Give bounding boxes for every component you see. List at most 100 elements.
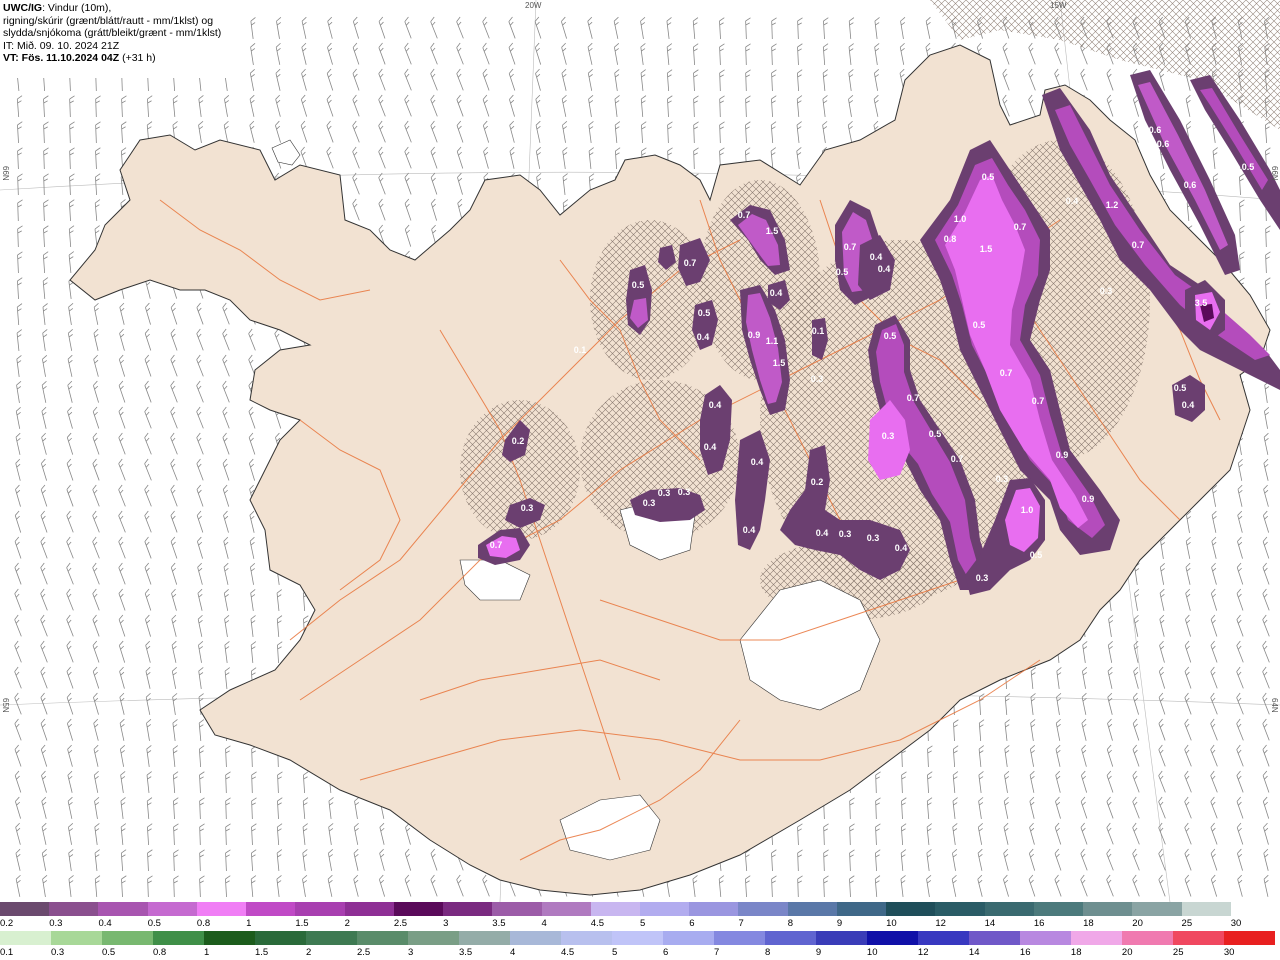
legend-swatch	[713, 931, 765, 945]
legend-swatch	[1121, 931, 1173, 945]
precip-value-label: 0.1	[574, 345, 587, 355]
model-name: UWC/IG	[3, 2, 43, 14]
legend-swatch	[509, 931, 561, 945]
lat-label-left-65n: 65N	[1, 698, 10, 713]
snow-legend-ticks: 0.2 0.3 0.4 0.5 0.8 1 1.5 2 2.5 3 3.5 4 4.5 5 6 7 8 9 10 12…	[0, 918, 1280, 930]
legend-tick: 2	[305, 947, 312, 958]
legend-tick: 4	[541, 918, 547, 929]
legend-tick: 6	[662, 947, 669, 958]
precip-value-label: 1.2	[1106, 200, 1119, 210]
legend-tick: 9	[836, 918, 843, 929]
legend-tick: 7	[713, 947, 720, 958]
legend-tick: 0.3	[50, 947, 65, 958]
legend-swatch	[356, 931, 408, 945]
precip-value-label: 0.4	[1182, 400, 1195, 410]
legend-tick: 14	[968, 947, 980, 958]
legend-swatch	[917, 931, 969, 945]
legend-tick: 4.5	[560, 947, 575, 958]
legend-swatch	[1172, 931, 1224, 945]
legend-swatch	[1033, 902, 1084, 916]
legend-swatch	[640, 902, 690, 916]
precip-value-label: 0.4	[1066, 196, 1079, 206]
legend-swatch	[393, 902, 444, 916]
precip-value-label: 0.3	[996, 474, 1009, 484]
title-desc: : Vindur (10m),	[42, 2, 112, 14]
legend-swatch	[1181, 902, 1231, 916]
precip-value-label: 0.4	[895, 543, 908, 553]
legend-tick: 1.5	[254, 947, 269, 958]
precip-value-label: 0.4	[878, 264, 891, 274]
legend-tick: 14	[984, 918, 996, 929]
legend-tick: 0.8	[196, 918, 211, 929]
precip-value-label: 0.4	[709, 400, 722, 410]
legend-swatch	[1083, 902, 1133, 916]
legend-tick: 20	[1132, 918, 1143, 929]
legend-tick: 12	[935, 918, 946, 929]
legend-swatch	[458, 931, 510, 945]
precip-value-label: 0.9	[1082, 494, 1095, 504]
legend-tick: 3.5	[458, 947, 473, 958]
legend-swatch	[560, 931, 612, 945]
legend-swatch	[662, 931, 714, 945]
precip-value-label: 0.4	[770, 288, 783, 298]
legend-swatch	[101, 931, 153, 945]
legend-tick: 30	[1230, 918, 1242, 929]
precip-value-label: 0.4	[870, 252, 883, 262]
lat-label-right-64n: 64N	[1270, 698, 1279, 713]
precip-value-label: 0.3	[811, 374, 824, 384]
legend-tick: 1.5	[295, 918, 309, 929]
legend-swatch	[492, 902, 542, 916]
init-time: IT: Mið. 09. 10. 2024 21Z	[3, 39, 120, 52]
precip-value-label: 0.5	[884, 331, 897, 341]
legend-swatch	[815, 931, 867, 945]
precip-value-label: 0.7	[1132, 240, 1145, 250]
precip-value-label: 0.5	[836, 267, 849, 277]
legend-tick: 0.5	[101, 947, 116, 958]
precip-value-label: 0.3	[882, 431, 895, 441]
map-title-box: UWC/IG: Vindur (10m), rigning/skúrir (gr…	[0, 0, 240, 78]
precip-value-label: 0.4	[751, 457, 764, 467]
legend-tick: 0.3	[49, 918, 63, 929]
legend-tick: 2	[344, 918, 350, 929]
precip-value-label: 0.3	[658, 488, 671, 498]
legend-tick: 10	[886, 918, 897, 929]
legend-swatch	[1070, 931, 1122, 945]
precip-value-label: 3.5	[1195, 298, 1208, 308]
legend-swatch	[152, 931, 204, 945]
legend-swatch	[49, 902, 99, 916]
precip-value-label: 0.2	[512, 436, 525, 446]
precip-value-label: 0.7	[1014, 222, 1027, 232]
legend-swatch	[344, 902, 394, 916]
precip-value-label: 1.1	[766, 336, 779, 346]
precip-value-label: 0.6	[1149, 125, 1162, 135]
legend-tick: 5	[640, 918, 646, 929]
valid-time: Fös. 11.10.2024 04Z	[21, 52, 120, 64]
legend-swatch	[787, 902, 837, 916]
legend-swatch	[0, 931, 51, 945]
legend-swatch	[984, 902, 1034, 916]
precip-value-label: 0.6	[1157, 139, 1170, 149]
legend-swatch	[50, 931, 102, 945]
legend-swatch	[1019, 931, 1071, 945]
legend-swatch	[738, 902, 788, 916]
precip-value-label: 0.3	[867, 533, 880, 543]
snow-color-bar	[0, 902, 1280, 916]
precip-value-label: 0.3	[976, 573, 989, 583]
legend-tick: 4	[509, 947, 516, 958]
legend-swatch	[611, 931, 663, 945]
legend-tick: 18	[1070, 947, 1082, 958]
precip-value-label: 0.3	[839, 529, 852, 539]
precip-value-label: 0.3	[643, 498, 656, 508]
precip-value-label: 0.9	[748, 330, 761, 340]
legend-swatch	[0, 902, 50, 916]
legend-swatch	[866, 931, 918, 945]
legend-tick: 0.2	[0, 918, 14, 929]
precip-value-label: 1.0	[954, 214, 967, 224]
color-legend: 0.2 0.3 0.4 0.5 0.8 1 1.5 2 2.5 3 3.5 4 4.5 5 6 7 8 9 10 12…	[0, 902, 1280, 960]
legend-tick: 3.5	[492, 918, 506, 929]
weather-map: 0.5 0.7 0.5 0.4 0.7 1.5 0.4 0.9 1.1 1.5 0.7 0.4 0.5 0…	[0, 0, 1280, 902]
legend-tick: 9	[815, 947, 822, 958]
precip-value-label: 0.1	[812, 326, 825, 336]
legend-tick: 20	[1121, 947, 1133, 958]
legend-tick: 8	[787, 918, 793, 929]
